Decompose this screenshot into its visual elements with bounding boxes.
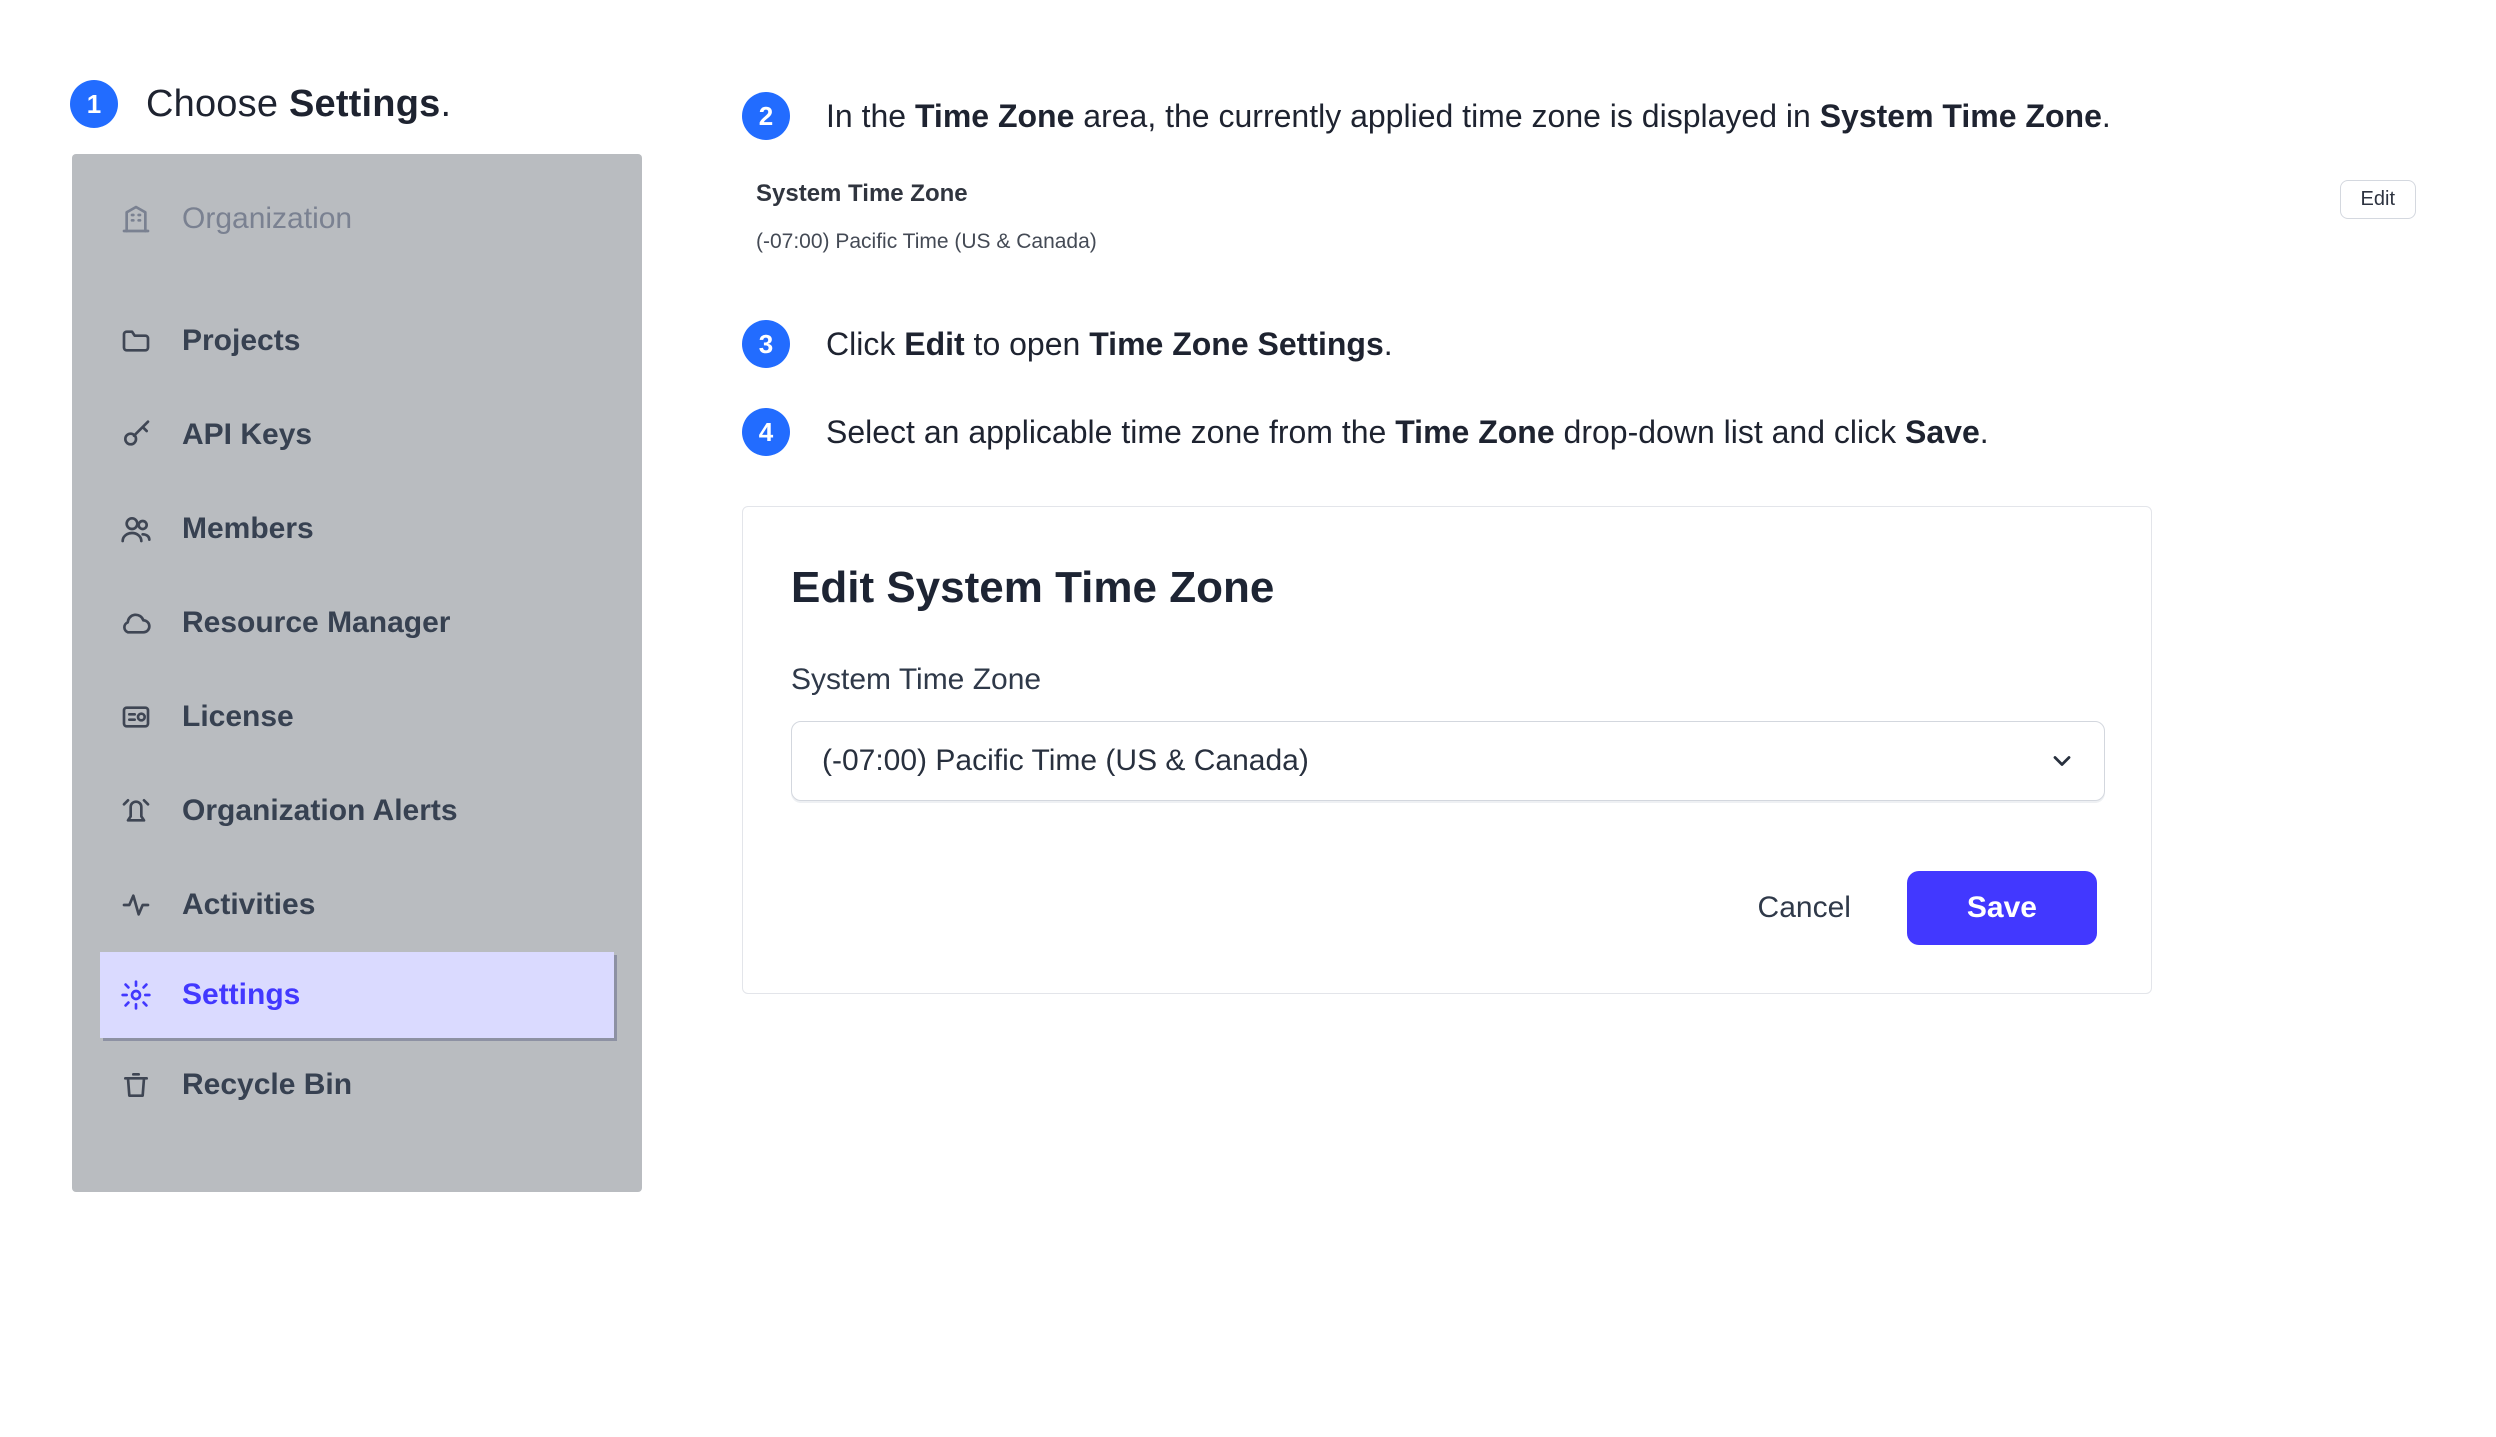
sidebar-item-label: Resource Manager bbox=[182, 606, 450, 640]
timezone-summary-value: (-07:00) Pacific Time (US & Canada) bbox=[756, 230, 1097, 254]
sidebar-item-projects[interactable]: Projects bbox=[72, 294, 642, 388]
sidebar-item-resource-manager[interactable]: Resource Manager bbox=[72, 576, 642, 670]
sidebar-item-organization-alerts[interactable]: Organization Alerts bbox=[72, 764, 642, 858]
sidebar-item-settings[interactable]: Settings bbox=[100, 952, 614, 1038]
sidebar-item-label: Organization bbox=[182, 202, 352, 236]
sidebar-item-label: License bbox=[182, 700, 294, 734]
sidebar-item-recycle-bin[interactable]: Recycle Bin bbox=[72, 1038, 642, 1132]
cancel-button[interactable]: Cancel bbox=[1758, 891, 1851, 925]
sidebar-item-organization[interactable]: Organization bbox=[72, 172, 642, 266]
dialog-title: Edit System Time Zone bbox=[791, 563, 2103, 613]
step-badge-1: 1 bbox=[70, 80, 118, 128]
timezone-summary-panel: System Time Zone (-07:00) Pacific Time (… bbox=[742, 180, 2422, 254]
step-2: 2 In the Time Zone area, the currently a… bbox=[742, 92, 2422, 140]
sidebar-item-label: Activities bbox=[182, 888, 315, 922]
sidebar-item-label: Projects bbox=[182, 324, 300, 358]
sidebar-item-members[interactable]: Members bbox=[72, 482, 642, 576]
chevron-down-icon bbox=[2048, 747, 2076, 775]
step-3: 3 Click Edit to open Time Zone Settings. bbox=[742, 320, 2422, 368]
sidebar-item-label: Recycle Bin bbox=[182, 1068, 352, 1102]
sidebar-item-label: API Keys bbox=[182, 418, 312, 452]
key-icon bbox=[118, 417, 154, 453]
sidebar-item-activities[interactable]: Activities bbox=[72, 858, 642, 952]
trash-icon bbox=[118, 1067, 154, 1103]
step-3-text: Click Edit to open Time Zone Settings. bbox=[826, 322, 1393, 367]
cloud-icon bbox=[118, 605, 154, 641]
edit-button[interactable]: Edit bbox=[2340, 180, 2416, 219]
timezone-select[interactable]: (-07:00) Pacific Time (US & Canada) bbox=[791, 721, 2105, 801]
people-icon bbox=[118, 511, 154, 547]
timezone-summary-title: System Time Zone bbox=[756, 180, 1097, 208]
sidebar-item-license[interactable]: License bbox=[72, 670, 642, 764]
sidebar-item-label: Organization Alerts bbox=[182, 794, 458, 828]
activity-icon bbox=[118, 887, 154, 923]
sidebar-item-api-keys[interactable]: API Keys bbox=[72, 388, 642, 482]
dialog-field-label: System Time Zone bbox=[791, 663, 2103, 697]
step-1-text: Choose Settings. bbox=[146, 83, 451, 126]
step-badge-4: 4 bbox=[742, 408, 790, 456]
alert-icon bbox=[118, 793, 154, 829]
step-badge-2: 2 bbox=[742, 92, 790, 140]
step-4-text: Select an applicable time zone from the … bbox=[826, 410, 1989, 455]
step-badge-3: 3 bbox=[742, 320, 790, 368]
sidebar: Organization Projects API Keys Members bbox=[72, 154, 642, 1192]
license-icon bbox=[118, 699, 154, 735]
building-icon bbox=[118, 201, 154, 237]
step-2-text: In the Time Zone area, the currently app… bbox=[826, 94, 2111, 139]
gear-icon bbox=[118, 977, 154, 1013]
save-button[interactable]: Save bbox=[1907, 871, 2097, 945]
sidebar-item-label: Settings bbox=[182, 978, 300, 1012]
sidebar-item-label: Members bbox=[182, 512, 314, 546]
step-4: 4 Select an applicable time zone from th… bbox=[742, 408, 2422, 456]
edit-timezone-dialog: Edit System Time Zone System Time Zone (… bbox=[742, 506, 2152, 994]
timezone-select-value: (-07:00) Pacific Time (US & Canada) bbox=[822, 744, 1309, 778]
folder-icon bbox=[118, 323, 154, 359]
